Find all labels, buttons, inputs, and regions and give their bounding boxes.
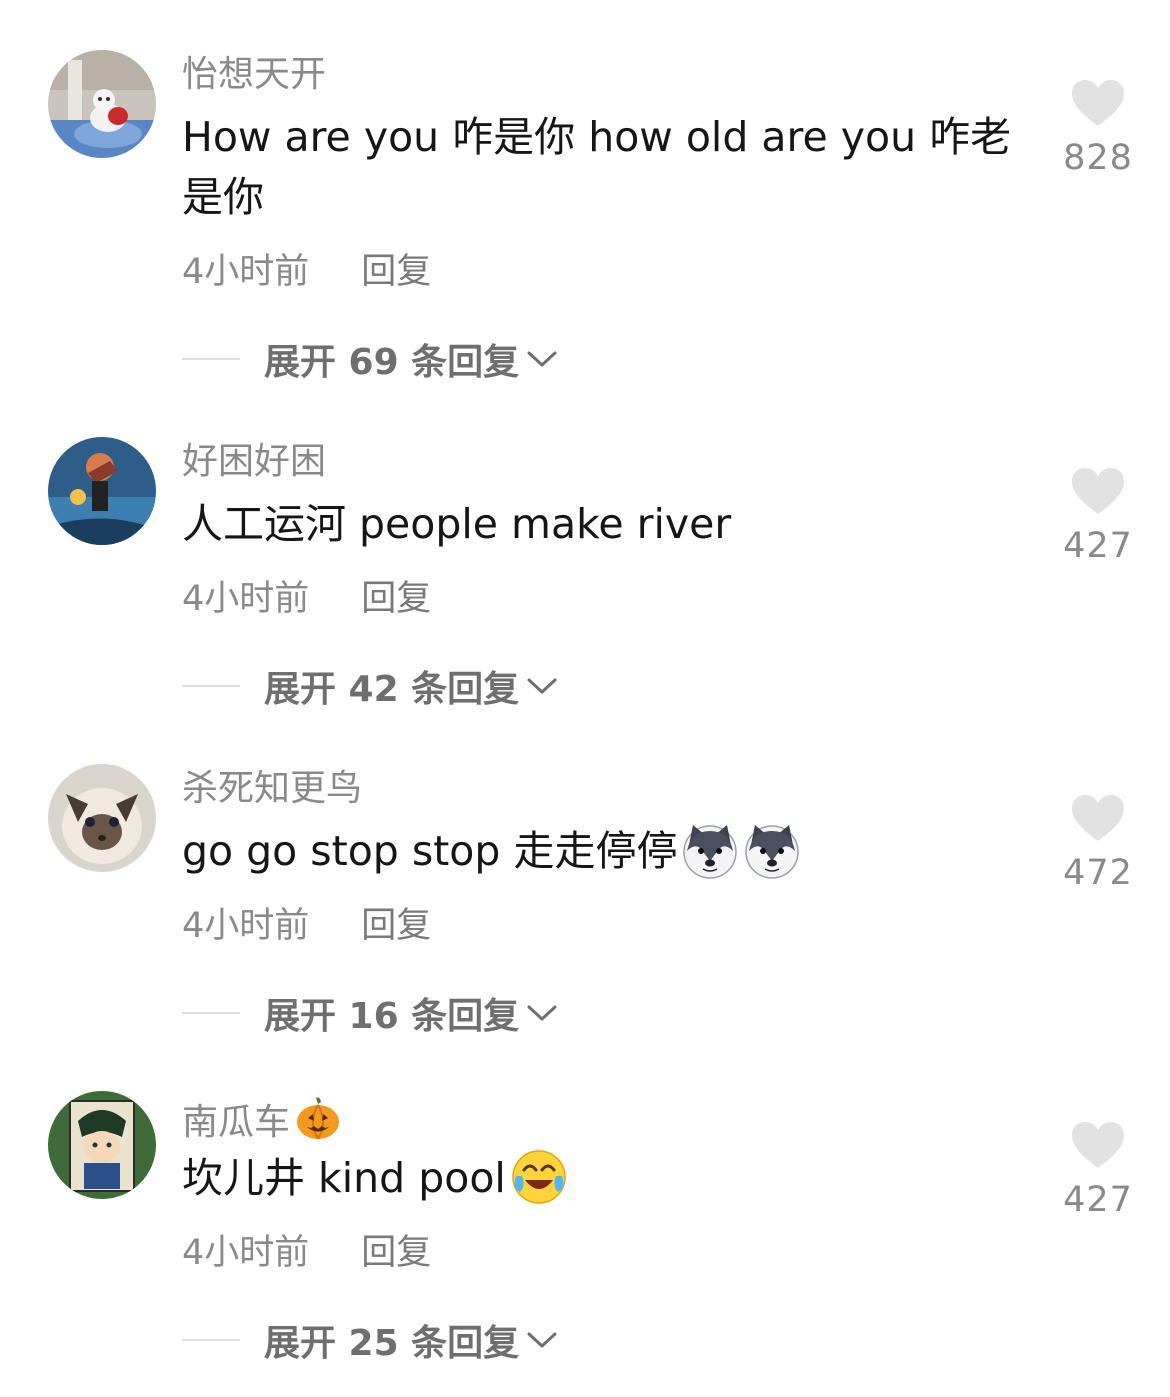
username-text: 南瓜车 — [182, 1102, 291, 1143]
avatar[interactable] — [48, 1091, 156, 1199]
like-count: 427 — [1063, 1180, 1133, 1220]
expand-replies-label: 展开 25 条回复 — [264, 1323, 520, 1364]
reply-button[interactable]: 回复 — [361, 252, 431, 292]
expand-replies-label: 展开 16 条回复 — [264, 996, 520, 1037]
like-count: 427 — [1063, 526, 1133, 566]
username[interactable]: 怡想天开 — [182, 53, 326, 97]
heart-icon — [1072, 1122, 1124, 1168]
expand-replies-label: 展开 42 条回复 — [264, 669, 520, 710]
avatar[interactable] — [48, 50, 156, 158]
comment-meta: 4小时前 回复 — [182, 250, 431, 294]
pumpkin-emoji — [294, 1094, 342, 1153]
timestamp: 4小时前 — [182, 579, 310, 619]
comment-meta: 4小时前 回复 — [182, 904, 431, 948]
comment-text: 坎儿井 kind pool — [182, 1148, 1012, 1222]
heart-icon — [1072, 795, 1124, 841]
comment-text: 人工运河 people make river — [182, 500, 732, 548]
reply-button[interactable]: 回复 — [361, 906, 431, 946]
avatar[interactable] — [48, 764, 156, 872]
comment-text-content: go go stop stop 走走停停 — [182, 827, 678, 875]
expand-replies-button[interactable]: 展开 42 条回复 — [182, 664, 559, 710]
comment-text: go go stop stop 走走停停 — [182, 821, 1012, 895]
chevron-down-icon — [527, 351, 557, 367]
avatar[interactable] — [48, 437, 156, 545]
like-button[interactable]: 472 — [1058, 793, 1138, 895]
timestamp: 4小时前 — [182, 906, 310, 946]
like-count: 828 — [1063, 138, 1133, 178]
crying-laughing-emoji — [510, 1148, 568, 1222]
like-button[interactable]: 427 — [1058, 466, 1138, 568]
timestamp: 4小时前 — [182, 1233, 310, 1273]
comment-meta: 4小时前 回复 — [182, 577, 431, 621]
heart-icon — [1072, 468, 1124, 514]
heart-icon — [1072, 80, 1124, 126]
comment-text-content: 坎儿井 kind pool — [182, 1154, 506, 1202]
reply-button[interactable]: 回复 — [361, 579, 431, 619]
username[interactable]: 好困好困 — [182, 440, 326, 484]
comment-meta: 4小时前 回复 — [182, 1231, 431, 1275]
husky-emoji — [743, 821, 801, 895]
divider — [182, 1012, 240, 1014]
like-button[interactable]: 427 — [1058, 1120, 1138, 1222]
chevron-down-icon — [527, 678, 557, 694]
expand-replies-button[interactable]: 展开 16 条回复 — [182, 991, 559, 1037]
chevron-down-icon — [527, 1005, 557, 1021]
timestamp: 4小时前 — [182, 252, 310, 292]
expand-replies-button[interactable]: 展开 25 条回复 — [182, 1318, 559, 1364]
chevron-down-icon — [527, 1332, 557, 1348]
husky-emoji — [681, 821, 739, 895]
like-button[interactable]: 828 — [1058, 78, 1138, 180]
like-count: 472 — [1063, 853, 1133, 893]
divider — [182, 1339, 240, 1341]
expand-replies-button[interactable]: 展开 69 条回复 — [182, 337, 559, 383]
divider — [182, 685, 240, 687]
divider — [182, 358, 240, 360]
username[interactable]: 杀死知更鸟 — [182, 767, 362, 811]
expand-replies-label: 展开 69 条回复 — [264, 342, 520, 383]
comment-text: How are you 咋是你 how old are you 咋老是你 — [182, 113, 1012, 221]
username[interactable]: 南瓜车 — [182, 1094, 342, 1153]
reply-button[interactable]: 回复 — [361, 1233, 431, 1273]
